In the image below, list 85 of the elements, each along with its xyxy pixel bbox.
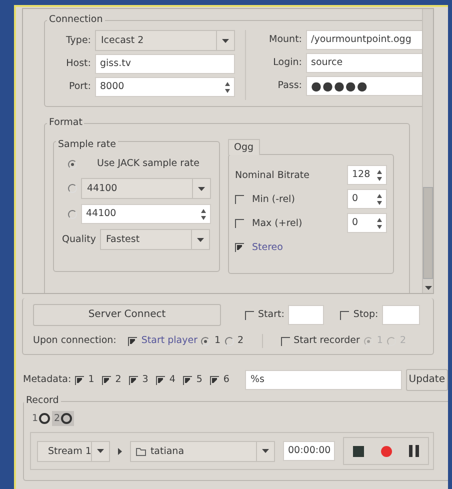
radio-label: 2 [238, 335, 244, 347]
spin-arrows-icon [225, 82, 230, 92]
checkbox[interactable] [102, 376, 112, 384]
field-label: Quality [62, 234, 96, 246]
checkbox-label: Stop: [353, 309, 378, 321]
time-field[interactable]: 00:00:00 [283, 441, 335, 462]
checkbox[interactable] [129, 376, 138, 384]
spin-arrows-icon [377, 194, 382, 205]
radio-button[interactable] [68, 210, 77, 218]
checkbox-label: Min (-rel) [252, 194, 295, 206]
server-connect-button[interactable]: Server Connect [33, 304, 221, 326]
checkbox-label: Start player [141, 335, 198, 347]
input-field[interactable]: source [306, 53, 422, 73]
checkbox-label: Stereo [252, 242, 283, 254]
spin-arrows-icon [377, 218, 382, 229]
checkbox[interactable] [340, 310, 350, 320]
checkbox-label: 2 [115, 374, 122, 386]
checkbox[interactable] [183, 376, 192, 384]
dropdown[interactable]: Fastest [100, 229, 210, 250]
caret-icon [424, 286, 432, 290]
field-label: Nominal Bitrate [235, 170, 310, 182]
spin-box[interactable]: 0 [347, 213, 387, 234]
caret-icon [222, 38, 229, 42]
spin-box[interactable]: 44100 [81, 204, 211, 224]
checkbox[interactable] [75, 376, 84, 384]
caret-icon [196, 238, 204, 242]
spin-box[interactable]: 0 [347, 189, 387, 210]
input-field[interactable]: %s [245, 370, 402, 390]
checkbox[interactable] [128, 336, 138, 346]
checkbox[interactable] [210, 376, 220, 384]
update-button[interactable]: Update [406, 369, 448, 391]
spin-arrows-icon [377, 170, 382, 181]
field-label: Port: [68, 81, 91, 93]
caret-icon [97, 449, 104, 454]
checkbox[interactable] [156, 376, 166, 384]
field-label: Mount: [268, 34, 302, 46]
dropdown[interactable]: tatiana [130, 440, 275, 462]
radio-button[interactable] [68, 184, 77, 193]
checkbox[interactable] [280, 336, 290, 346]
input-field[interactable] [382, 305, 420, 325]
radio-label: 1 [214, 335, 221, 347]
checkbox-label: 1 [88, 374, 94, 386]
group-title: Sample rate [56, 139, 118, 151]
checkbox-label: 6 [223, 374, 230, 386]
scrollbar[interactable] [422, 9, 433, 293]
checkbox-label: 4 [169, 374, 176, 386]
field-label: Type: [64, 34, 91, 46]
checkbox[interactable] [245, 310, 254, 320]
spin-box[interactable]: 128 [347, 165, 387, 186]
field-label: Host: [65, 58, 91, 70]
checkbox[interactable] [235, 218, 244, 228]
radio-label: Use JACK sample rate [97, 158, 200, 170]
checkbox-label: 3 [142, 374, 148, 386]
password-field[interactable]: ●●●●● [306, 76, 422, 96]
folder-icon [136, 446, 146, 456]
tab[interactable]: Ogg [228, 139, 260, 156]
spin-box[interactable]: 8000 [95, 77, 235, 97]
spin-arrows-icon [201, 208, 206, 220]
caret-icon [262, 449, 269, 454]
field-label: Metadata: [23, 374, 72, 386]
field-label: Upon connection: [33, 335, 116, 347]
dropdown[interactable]: Icecast 2 [95, 30, 235, 51]
triangle-icon [118, 448, 122, 455]
caret-icon [198, 186, 205, 190]
stop-icon [352, 446, 364, 457]
field-label: Login: [272, 57, 302, 69]
field-label: Pass: [276, 80, 302, 92]
record-icon [380, 446, 392, 457]
input-field[interactable]: /yourmountpoint.ogg [306, 30, 422, 50]
radio-button[interactable] [201, 336, 210, 346]
checkbox[interactable] [235, 242, 244, 252]
pause-icon [409, 445, 419, 458]
tab[interactable]: 2 [52, 411, 74, 426]
checkbox-label: Max (+rel) [252, 218, 302, 230]
input-field[interactable] [288, 305, 324, 325]
checkbox-label: Start recorder [294, 335, 360, 347]
checkbox-label: Start: [258, 309, 284, 321]
checkbox[interactable] [235, 194, 244, 204]
radio-button[interactable] [68, 160, 77, 168]
radio-button[interactable] [224, 336, 234, 346]
tab[interactable]: 1 [30, 411, 52, 426]
dropdown[interactable]: 44100 [81, 178, 211, 199]
checkbox-label: 5 [196, 374, 202, 386]
input-field[interactable]: giss.tv [95, 54, 235, 74]
dropdown[interactable]: Stream 1 [37, 440, 110, 462]
